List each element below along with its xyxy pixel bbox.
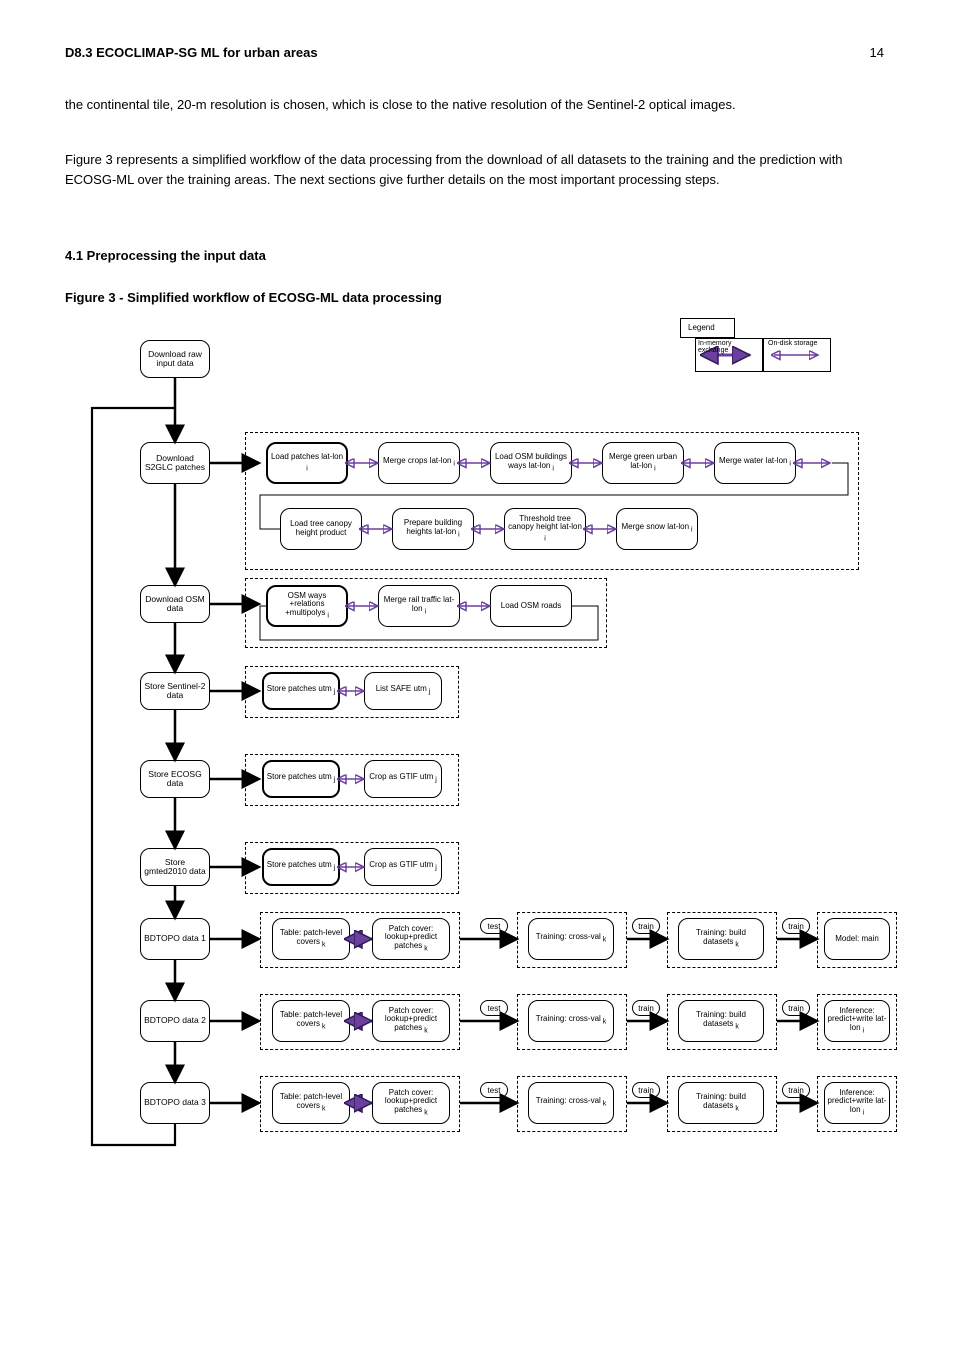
r1-i: Merge snow lat-lon i <box>616 508 698 550</box>
r4-b: Crop as GTIF utm j <box>364 760 442 798</box>
step-bdtopo-2: BDTOPO data 2 <box>140 1000 210 1042</box>
step-store-ecosg: Store ECOSG data <box>140 760 210 798</box>
r1-f: Load tree canopy height product <box>280 508 362 550</box>
section-title: 4.1 Preprocessing the input data <box>65 248 266 263</box>
r8-pill-2: train <box>632 1082 660 1098</box>
step-bdtopo-3: BDTOPO data 3 <box>140 1082 210 1124</box>
r6-d: Model: main <box>824 918 890 960</box>
r1-h: Threshold tree canopy height lat-lon i <box>504 508 586 550</box>
r1-c: Load OSM buildings ways lat-lon i <box>490 442 572 484</box>
r8-c: Training: build datasets k <box>678 1082 764 1124</box>
r1-a: Load patches lat-lon i <box>266 442 348 484</box>
intro-p2: Figure 3 represents a simplified workflo… <box>65 150 885 189</box>
r7-b: Training: cross-val k <box>528 1000 614 1042</box>
r8-b: Training: cross-val k <box>528 1082 614 1124</box>
r3-b: List SAFE utm j <box>364 672 442 710</box>
r7-pill-3: train <box>782 1000 810 1016</box>
step-download-raw: Download raw input data <box>140 340 210 378</box>
step-download-s2glc: Download S2GLC patches <box>140 442 210 484</box>
r7-pill-2: train <box>632 1000 660 1016</box>
r3-a: Store patches utm j <box>262 672 340 710</box>
figure-caption: Figure 3 - Simplified workflow of ECOSG-… <box>65 290 442 305</box>
r6-a2: Patch cover: lookup+predict patches k <box>372 918 450 960</box>
r8-pill-1: test <box>480 1082 508 1098</box>
r6-pill-1: test <box>480 918 508 934</box>
r2-c: Load OSM roads <box>490 585 572 627</box>
r7-a2: Patch cover: lookup+predict patches k <box>372 1000 450 1042</box>
legend-b: On-disk storage <box>768 340 828 347</box>
r6-pill-2: train <box>632 918 660 934</box>
r4-a: Store patches utm j <box>262 760 340 798</box>
intro-p1: the continental tile, 20-m resolution is… <box>65 95 885 115</box>
page-title: D8.3 ECOCLIMAP-SG ML for urban areas <box>65 45 318 60</box>
legend-a: In-memory exchange <box>698 340 758 354</box>
r1-b: Merge crops lat-lon i <box>378 442 460 484</box>
r5-b: Crop as GTIF utm j <box>364 848 442 886</box>
r7-c: Training: build datasets k <box>678 1000 764 1042</box>
r8-pill-3: train <box>782 1082 810 1098</box>
step-store-s2: Store Sentinel-2 data <box>140 672 210 710</box>
r6-b: Training: cross-val k <box>528 918 614 960</box>
r6-a1: Table: patch-level covers k <box>272 918 350 960</box>
r6-pill-3: train <box>782 918 810 934</box>
page-number: 14 <box>870 45 884 60</box>
step-bdtopo-1: BDTOPO data 1 <box>140 918 210 960</box>
r8-a2: Patch cover: lookup+predict patches k <box>372 1082 450 1124</box>
r1-d: Merge green urban lat-lon i <box>602 442 684 484</box>
r1-g: Prepare building heights lat-lon i <box>392 508 474 550</box>
r8-d: Inference: predict+write lat-lon i <box>824 1082 890 1124</box>
r7-pill-1: test <box>480 1000 508 1016</box>
step-store-gmted: Store gmted2010 data <box>140 848 210 886</box>
r8-a1: Table: patch-level covers k <box>272 1082 350 1124</box>
r6-c: Training: build datasets k <box>678 918 764 960</box>
r5-a: Store patches utm j <box>262 848 340 886</box>
r2-a: OSM ways +relations +multipolys i <box>266 585 348 627</box>
r7-d: Inference: predict+write lat-lon i <box>824 1000 890 1042</box>
step-download-osm: Download OSM data <box>140 585 210 623</box>
r2-b: Merge rail traffic lat-lon i <box>378 585 460 627</box>
legend-title: Legend <box>688 323 715 332</box>
r1-e: Merge water lat-lon i <box>714 442 796 484</box>
r7-a1: Table: patch-level covers k <box>272 1000 350 1042</box>
